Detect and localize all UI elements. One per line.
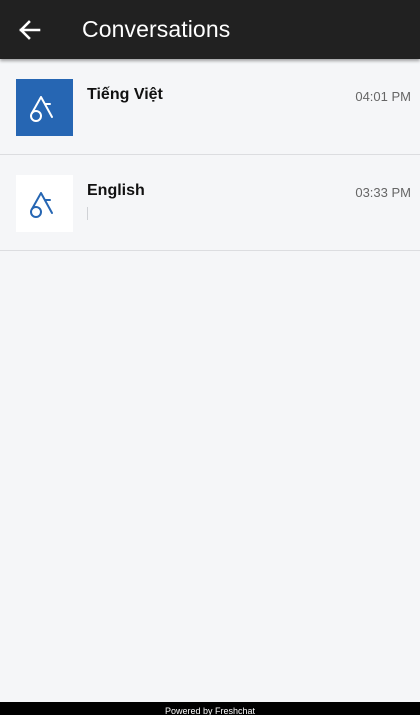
conversation-title: Tiếng Việt [87,86,163,103]
conversation-list: Tiếng Việt 04:01 PM English 03:33 PM [0,59,420,251]
brand-logo-icon [29,95,53,122]
conversation-preview [87,207,89,220]
conversation-time: 04:01 PM [355,89,411,104]
app-bar: Conversations [0,0,420,59]
conversation-item-vietnamese[interactable]: Tiếng Việt 04:01 PM [0,59,420,155]
arrow-left-icon [19,19,41,40]
avatar [16,79,73,136]
avatar [16,175,73,232]
conversation-time: 03:33 PM [355,185,411,200]
conversation-item-english[interactable]: English 03:33 PM [0,155,420,251]
brand-logo-icon [29,191,53,218]
page-title: Conversations [82,16,231,42]
powered-by-footer: Powered by Freshchat [0,702,420,715]
back-button[interactable] [0,0,60,59]
conversation-title: English [87,182,145,199]
